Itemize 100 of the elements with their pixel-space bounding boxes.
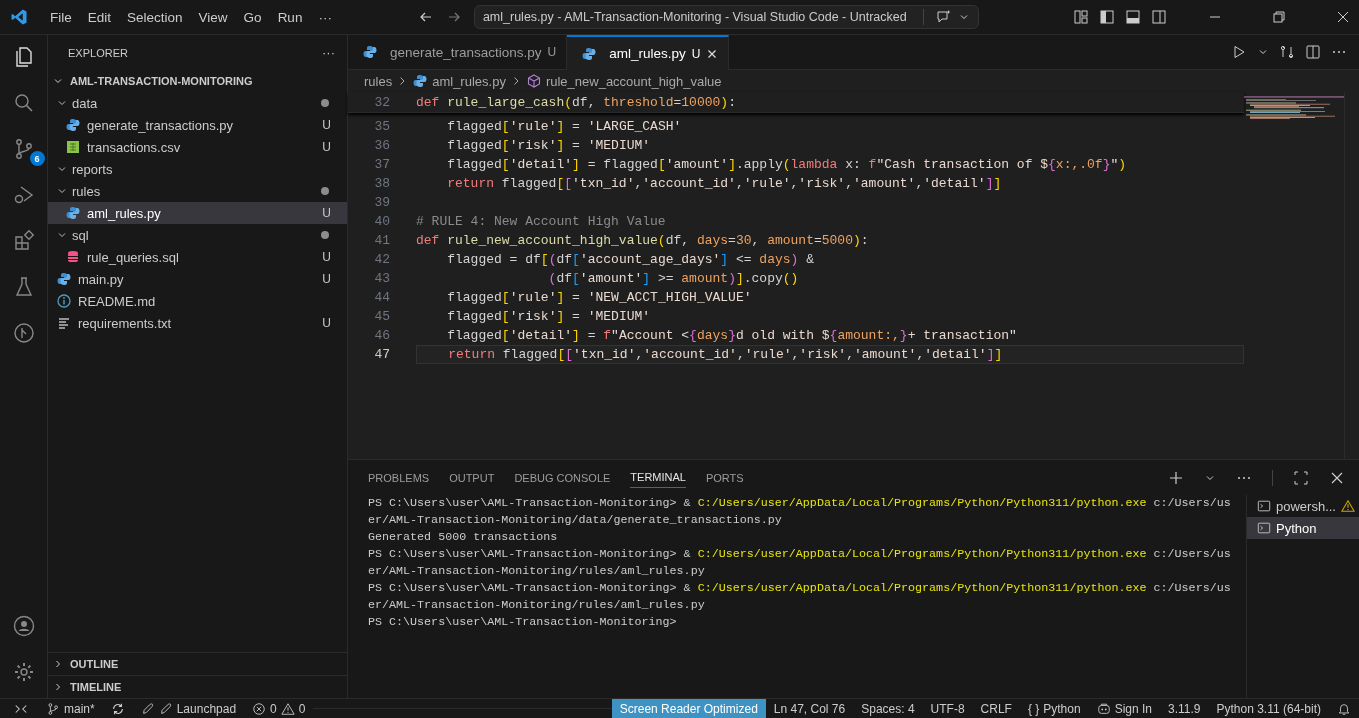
tree-item[interactable]: requirements.txt U bbox=[48, 312, 347, 334]
compare-changes-icon[interactable] bbox=[1279, 44, 1295, 60]
terminal-line: PS C:\Users\user\AML-Transaction-Monitoring> & C:/Users/user/AppData/Local/Programs/Python/Python311/python.exe c:/Users/us bbox=[368, 546, 1231, 563]
breadcrumb-item[interactable]: aml_rules.py bbox=[432, 73, 506, 89]
terminal-line: Generated 5000 transactions bbox=[368, 529, 558, 546]
python-file-icon bbox=[362, 44, 378, 60]
terminal-line: er/AML-Transaction-Monitoring/rules/aml_rules.py bbox=[368, 563, 705, 580]
line-number: 36 bbox=[373, 138, 391, 153]
menu-item[interactable]: File bbox=[42, 9, 80, 25]
terminal-icon bbox=[1257, 521, 1271, 535]
sign-in-status[interactable]: Sign In bbox=[1088, 699, 1160, 718]
line-number: 42 bbox=[373, 252, 391, 267]
code-line: flagged['risk'] = 'MEDIUM' bbox=[446, 309, 651, 324]
text-file-icon bbox=[56, 315, 72, 331]
chat-icon[interactable] bbox=[935, 9, 952, 25]
code-line: flagged['detail'] = flagged['amount'].apply(lambda x: f"Cash transaction of ${x:,.0f}") bbox=[446, 157, 1127, 172]
terminal-line: er/AML-Transaction-Monitoring/rules/aml_rules.py bbox=[368, 597, 705, 614]
launchpad-status[interactable]: Launchpad bbox=[132, 699, 245, 718]
command-center[interactable]: aml_rules.py - AML-Transaction-Monitoring - Visual Studio Code - Untracked bbox=[473, 5, 979, 29]
error-icon bbox=[252, 701, 267, 716]
panel-tab[interactable]: TERMINAL bbox=[630, 467, 686, 488]
code-line: flagged['rule'] = 'NEW_ACCT_HIGH_VALUE' bbox=[446, 290, 752, 305]
layout-icon[interactable] bbox=[1073, 9, 1089, 25]
interpreter-status[interactable]: Python 3.11 (64-bit) bbox=[1208, 699, 1329, 718]
branch-icon bbox=[46, 701, 60, 716]
code-line: def rule_large_cash(df, threshold=10000): bbox=[416, 94, 736, 110]
tree-item[interactable]: main.py U bbox=[48, 268, 347, 290]
add-icon[interactable] bbox=[1168, 469, 1184, 486]
terminal-instance[interactable]: powersh... bbox=[1247, 495, 1359, 517]
close-icon[interactable] bbox=[706, 47, 719, 60]
menu-item[interactable]: Go bbox=[235, 9, 270, 25]
code-line: flagged['risk'] = 'MEDIUM' bbox=[446, 138, 651, 153]
menu-item[interactable]: View bbox=[190, 9, 236, 25]
cursor-position[interactable]: Ln 47, Col 76 bbox=[765, 699, 854, 718]
terminal-line: PS C:\Users\user\AML-Transaction-Monitoring> bbox=[368, 614, 677, 631]
problems-status[interactable]: 0 0 bbox=[244, 699, 314, 718]
restore-icon[interactable] bbox=[1271, 9, 1287, 25]
code-line: # RULE 4: New Account High Value bbox=[416, 214, 666, 229]
python-file-icon bbox=[56, 271, 72, 287]
branch-status[interactable]: main* bbox=[38, 699, 103, 718]
run-icon[interactable] bbox=[1231, 44, 1247, 60]
warning-icon bbox=[280, 701, 295, 716]
maximize-icon[interactable] bbox=[1293, 469, 1309, 486]
line-number: 43 bbox=[373, 271, 391, 286]
panel-tab[interactable]: PROBLEMS bbox=[368, 467, 430, 488]
section-header[interactable]: TIMELINE bbox=[48, 675, 347, 698]
indentation-status[interactable]: Spaces: 4 bbox=[853, 699, 923, 718]
language-mode[interactable]: { } Python bbox=[1019, 699, 1089, 718]
code-line: flagged['detail'] = f"Account <{days}d old with ${amount:,}+ transaction" bbox=[446, 328, 1017, 343]
close-icon[interactable] bbox=[1335, 9, 1351, 25]
code-line: def rule_new_account_high_value(df, days=30, amount=5000): bbox=[416, 233, 869, 248]
terminal-icon bbox=[1257, 499, 1271, 513]
panel-tab[interactable]: OUTPUT bbox=[449, 467, 495, 488]
account-icon[interactable] bbox=[11, 614, 36, 638]
terminal-line: PS C:\Users\user\AML-Transaction-Monitoring> & C:/Users/user/AppData/Local/Programs/Python/Python311/python.exe c:/Users/us bbox=[368, 580, 1231, 597]
sidebar-title: EXPLORER bbox=[68, 46, 128, 59]
panel-tab[interactable]: PORTS bbox=[705, 467, 744, 488]
line-ending-status[interactable]: CRLF bbox=[972, 699, 1020, 718]
function-cube-icon bbox=[525, 73, 542, 89]
tree-item[interactable]: generate_transactions.py U bbox=[48, 114, 347, 136]
panel-icon[interactable] bbox=[1125, 9, 1141, 25]
terminal-instance[interactable]: Python bbox=[1247, 517, 1359, 539]
line-number: 39 bbox=[373, 195, 391, 210]
tree-item[interactable]: sql bbox=[48, 224, 347, 246]
split-editor-icon[interactable] bbox=[1305, 44, 1321, 60]
menu-item[interactable]: Edit bbox=[79, 9, 120, 25]
menu-item[interactable]: Selection bbox=[119, 9, 191, 25]
menu-item[interactable]: Run bbox=[269, 9, 311, 25]
primary-sidebar-icon[interactable] bbox=[1099, 9, 1115, 25]
terminal-line: er/AML-Transaction-Monitoring/data/generate_transactions.py bbox=[368, 512, 782, 529]
line-number: 46 bbox=[373, 328, 391, 343]
tree-item[interactable]: README.md bbox=[48, 290, 347, 312]
tree-item[interactable]: data bbox=[48, 92, 347, 114]
editor-tab[interactable]: aml_rules.py U bbox=[567, 35, 730, 70]
code-line: (df['amount'] >= amount)].copy() bbox=[547, 271, 799, 286]
workspace-header[interactable]: AML-TRANSACTION-MONITORING bbox=[48, 70, 347, 92]
tree-item[interactable]: reports bbox=[48, 158, 347, 180]
line-number: 45 bbox=[373, 309, 391, 324]
breadcrumb-item[interactable]: rules bbox=[364, 73, 393, 89]
code-line: return flagged[['txn_id','account_id','rule','risk','amount','detail']] bbox=[447, 347, 1003, 362]
terminal-line: PS C:\Users\user\AML-Transaction-Monitoring> & C:/Users/user/AppData/Local/Programs/Python/Python311/python.exe c:/Users/us bbox=[368, 495, 1231, 512]
notifications-icon[interactable] bbox=[1337, 701, 1351, 716]
section-header[interactable]: OUTLINE bbox=[48, 652, 347, 675]
breadcrumb-item[interactable]: rule_new_account_high_value bbox=[545, 73, 722, 89]
editor-tab[interactable]: generate_transactions.py U bbox=[348, 35, 568, 70]
more-actions-button[interactable]: ··· bbox=[322, 45, 335, 60]
git-graph-icon[interactable] bbox=[11, 321, 36, 345]
python-version[interactable]: 3.11.9 bbox=[1160, 699, 1209, 718]
code-line: flagged['rule'] = 'LARGE_CASH' bbox=[446, 119, 682, 134]
tree-item[interactable]: rules bbox=[48, 180, 347, 202]
line-number: 41 bbox=[373, 233, 391, 248]
app-logo-icon bbox=[10, 8, 28, 26]
panel-tab[interactable]: DEBUG CONSOLE bbox=[514, 467, 611, 488]
tree-item[interactable]: aml_rules.py U bbox=[48, 202, 347, 224]
encoding-status[interactable]: UTF-8 bbox=[922, 699, 973, 718]
secondary-sidebar-icon[interactable] bbox=[1151, 9, 1167, 25]
sync-icon[interactable] bbox=[110, 701, 125, 716]
menu-item[interactable]: ··· bbox=[310, 9, 340, 25]
tree-item[interactable]: transactions.csv U bbox=[48, 136, 347, 158]
tree-item[interactable]: rule_queries.sql U bbox=[48, 246, 347, 268]
